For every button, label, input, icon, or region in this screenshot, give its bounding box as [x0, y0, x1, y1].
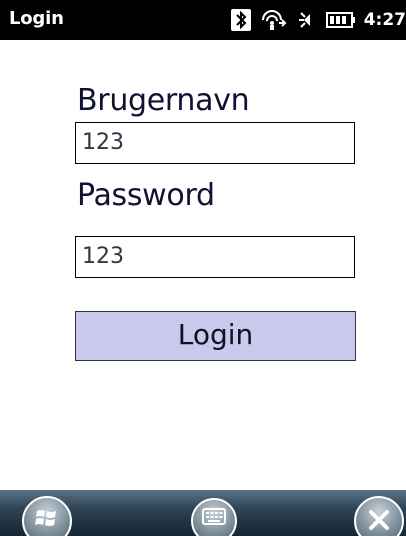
bottom-toolbar: [0, 490, 406, 536]
clock-time[interactable]: 4:27: [364, 10, 406, 30]
username-label: Brugernavn: [77, 83, 250, 118]
status-bar: Login 4:27: [0, 0, 406, 40]
username-field[interactable]: 123: [75, 122, 355, 164]
password-field[interactable]: 123: [75, 236, 355, 278]
status-icons: 4:27: [230, 6, 406, 34]
bluetooth-icon[interactable]: [230, 6, 252, 34]
battery-icon[interactable]: [325, 6, 356, 34]
keyboard-icon[interactable]: [191, 498, 237, 536]
close-icon[interactable]: [354, 496, 404, 536]
windows-start-icon[interactable]: [22, 496, 72, 536]
login-screen: Login 4:27 Brugernavn 123 Password 123 L…: [0, 0, 406, 536]
network-icon[interactable]: [260, 6, 288, 34]
window-title: Login: [9, 8, 64, 29]
password-label: Password: [77, 178, 215, 213]
login-button[interactable]: Login: [75, 311, 356, 361]
volume-icon[interactable]: [296, 6, 318, 34]
